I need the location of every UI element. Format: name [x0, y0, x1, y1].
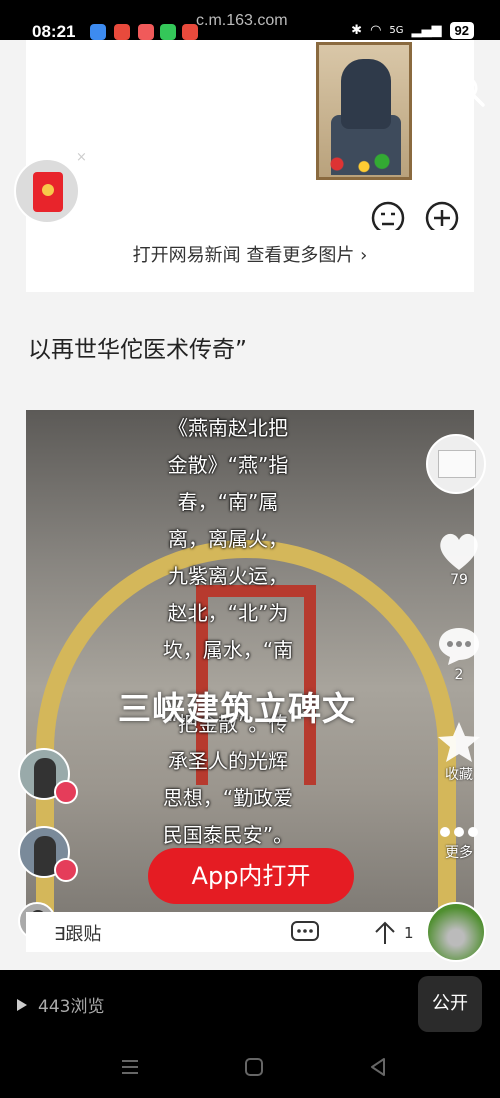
open-in-app-button[interactable]: App内打开: [148, 848, 354, 904]
web-page: × 打开网易新闻 查看更多图片 › 以再世华佗医术传奇” 《燕南赵北把 金散》“…: [0, 40, 500, 970]
wifi-icon: ◠: [370, 23, 382, 38]
video-subtitle: 《燕南赵北把 金散》“燕”指 春，“南”属 离，离属火， 九紫离火运， 赵北，“…: [148, 410, 308, 854]
comment-icon[interactable]: [290, 917, 320, 947]
app-notification-icon: [138, 24, 154, 40]
subtitle-line: 《燕南赵北把: [168, 416, 288, 440]
menu-icon[interactable]: [120, 1057, 140, 1077]
heart-badge-icon: [54, 780, 78, 804]
video-title: 三峡建筑立碑文: [118, 689, 356, 728]
post-footer: 443浏览 公开: [0, 970, 500, 1035]
view-count: 443浏览: [38, 997, 105, 1017]
portrait-image: [316, 42, 412, 180]
subtitle-line: 赵北，“北”为: [167, 601, 289, 625]
subtitle-line: 九紫离火运，: [168, 564, 288, 588]
back-arrow-icon[interactable]: [24, 74, 48, 108]
message-notification-icon: [160, 24, 176, 40]
open-app-more-images-link[interactable]: 打开网易新闻 查看更多图片 ›: [26, 230, 474, 282]
signal-icon: ▂▄▆: [411, 23, 442, 38]
like-count: 79: [450, 572, 468, 588]
public-button[interactable]: 公开: [418, 976, 482, 1032]
favorite-button[interactable]: 收藏: [430, 720, 488, 784]
author-thumbnail[interactable]: [426, 434, 486, 494]
red-packet-close-icon[interactable]: ×: [76, 150, 87, 165]
more-dots-icon: [440, 827, 478, 837]
subtitle-line: 思想，“勤政爱: [162, 786, 294, 810]
star-icon: [438, 722, 480, 762]
share-count: 1: [404, 924, 414, 942]
article-text: 以再世华佗医术传奇”: [28, 337, 247, 363]
favorite-label: 收藏: [445, 767, 473, 783]
page-url: c.m.163.com: [196, 12, 288, 29]
comment-count: 2: [454, 667, 464, 683]
comment-button[interactable]: 2: [430, 625, 488, 683]
coin-icon: [42, 184, 54, 196]
status-time: 08:21: [32, 22, 76, 41]
status-bar: 08:21 c.m.163.com ✱ ◠ 5G ▂▄▆ 92: [0, 0, 500, 41]
heart-badge-icon: [54, 858, 78, 882]
subtitle-line: 金散》“燕”指: [167, 453, 289, 477]
heart-icon: [440, 533, 478, 570]
battery-level: 92: [449, 22, 474, 39]
follow-post-label[interactable]: ∃跟贴: [54, 920, 101, 946]
subtitle-line: 春，“南”属: [177, 490, 279, 514]
subtitle-line: 坎，属水，“南: [162, 638, 294, 662]
video-player[interactable]: 《燕南赵北把 金散》“燕”指 春，“南”属 离，离属火， 九紫离火运， 赵北，“…: [26, 410, 474, 915]
subtitle-line: 承圣人的光辉: [168, 749, 288, 773]
view-count-row: 443浏览: [16, 992, 104, 1017]
more-button[interactable]: 更多: [430, 822, 488, 862]
like-button[interactable]: 79: [430, 530, 488, 588]
comment-bubble-icon: [439, 628, 479, 665]
status-indicators: ✱ ◠ 5G ▂▄▆ 92: [351, 22, 474, 39]
play-icon: [17, 998, 27, 1011]
subtitle-line: 离，离属火，: [168, 527, 288, 551]
red-packet-button[interactable]: [14, 158, 80, 224]
back-icon[interactable]: [368, 1057, 388, 1077]
bluetooth-icon: ✱: [351, 23, 363, 38]
app-notification-icon: [90, 24, 106, 40]
author-avatar[interactable]: [426, 902, 486, 962]
search-icon[interactable]: [452, 74, 486, 108]
more-label: 更多: [445, 845, 473, 861]
network-label: 5G: [389, 25, 404, 36]
comment-bar: ∃跟贴 1: [26, 912, 474, 952]
share-icon[interactable]: [370, 918, 400, 948]
system-nav-bar: [0, 1035, 500, 1098]
app-notification-icon: [114, 24, 130, 40]
home-icon[interactable]: [244, 1057, 264, 1077]
